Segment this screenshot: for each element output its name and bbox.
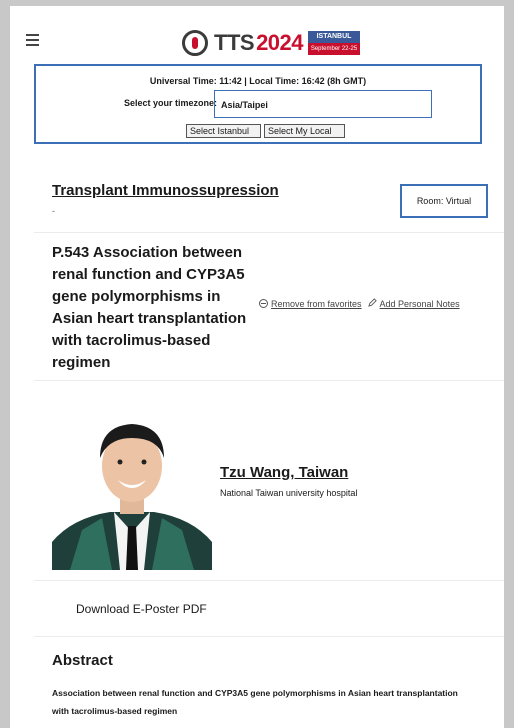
poster-actions: Remove from favorites Add Personal Notes: [259, 298, 460, 309]
divider: [34, 380, 504, 381]
timezone-panel: Universal Time: 11:42 | Local Time: 16:4…: [34, 64, 482, 144]
hamburger-menu-icon[interactable]: [26, 34, 39, 49]
divider: [34, 636, 504, 637]
select-my-local-button[interactable]: Select My Local: [264, 124, 345, 138]
author-photo: [52, 414, 212, 570]
remove-from-favorites-link[interactable]: Remove from favorites: [271, 299, 362, 309]
add-personal-notes-link[interactable]: Add Personal Notes: [380, 299, 460, 309]
pencil-icon[interactable]: [367, 298, 377, 309]
time-display: Universal Time: 11:42 | Local Time: 16:4…: [149, 76, 367, 86]
abstract-heading: Abstract: [52, 652, 113, 669]
logo-badge-dates: September 22-25: [308, 43, 361, 55]
session-subtitle: -: [52, 206, 55, 216]
logo-badge-city: ISTANBUL: [308, 31, 361, 43]
remove-circle-icon[interactable]: [259, 299, 268, 308]
divider: [34, 232, 504, 233]
session-title-link[interactable]: Transplant Immunossupression: [52, 182, 279, 199]
logo-badge: ISTANBUL September 22-25: [308, 31, 361, 55]
download-eposter-button[interactable]: Download E-Poster PDF: [76, 602, 207, 616]
divider: [34, 580, 504, 581]
tts-2024-logo[interactable]: TTS 2024 ISTANBUL September 22-25: [182, 26, 361, 60]
poster-detail-page: TTS 2024 ISTANBUL September 22-25 Univer…: [10, 6, 504, 728]
poster-title: P.543 Association between renal function…: [52, 244, 247, 371]
logo-year-text: 2024: [256, 30, 304, 55]
select-istanbul-button[interactable]: Select Istanbul: [186, 124, 261, 138]
abstract-text: Association between renal function and C…: [52, 688, 458, 716]
timezone-select[interactable]: Asia/Taipei: [214, 90, 432, 118]
author-institution: National Taiwan university hospital: [220, 488, 358, 498]
logo-emblem-icon: [182, 30, 208, 56]
room-badge: Room: Virtual: [400, 184, 488, 218]
author-name-link[interactable]: Tzu Wang, Taiwan: [220, 464, 348, 481]
timezone-label: Select your timezone:: [124, 98, 218, 108]
logo-tts-text: TTS: [214, 30, 255, 55]
